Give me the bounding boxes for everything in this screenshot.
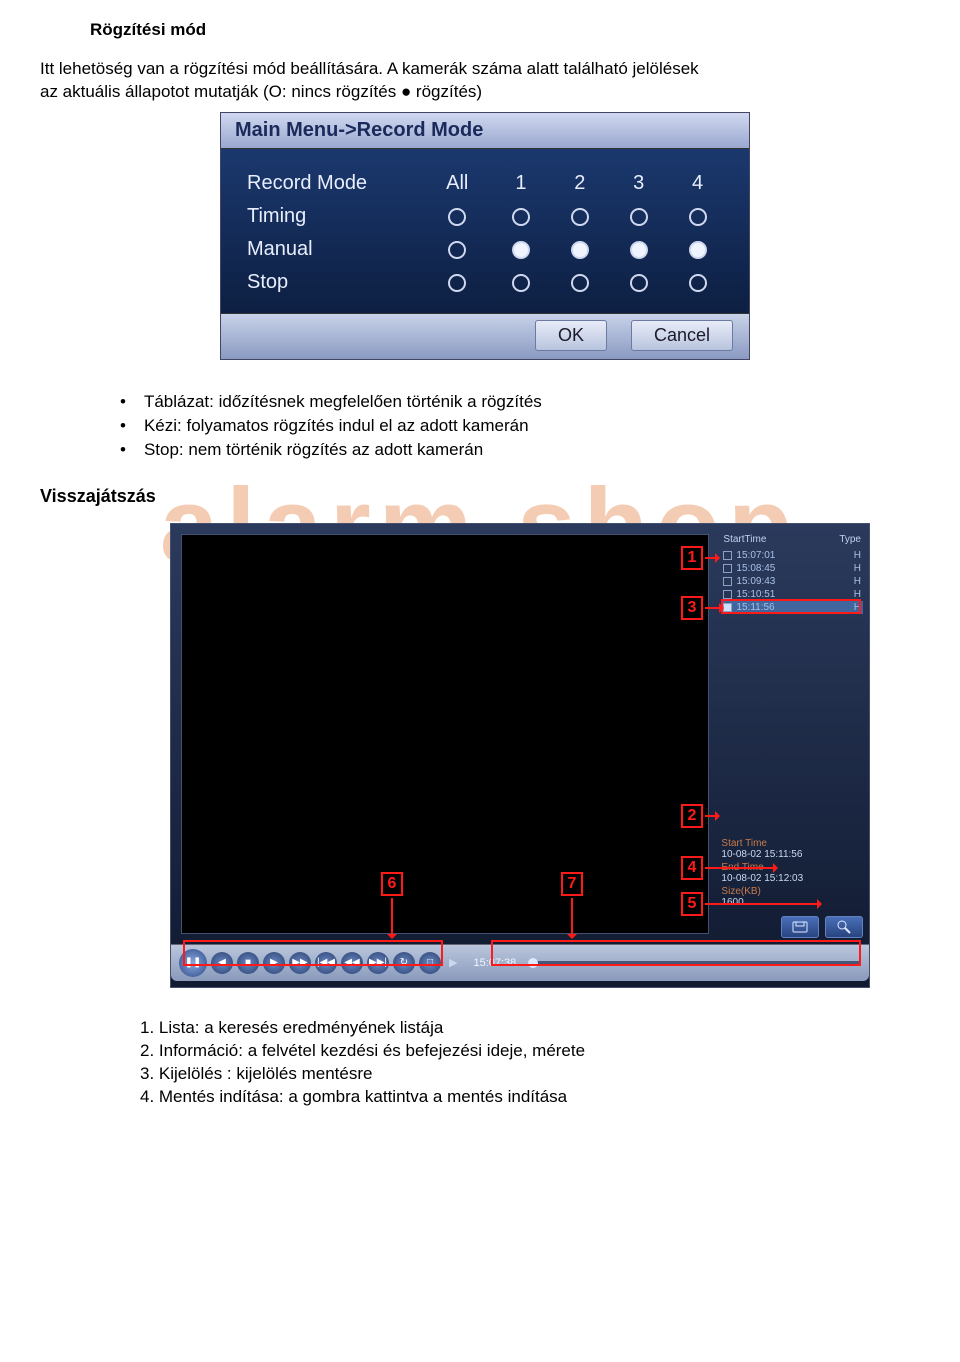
list-header-start: StartTime — [723, 534, 766, 545]
save-button[interactable] — [781, 916, 819, 938]
record-mode-table: Record Mode All 1 2 3 4 Timing Manual — [243, 167, 727, 299]
info-start-label: Start Time — [721, 838, 863, 849]
legend-3: 3. Kijelölés : kijelölés mentésre — [140, 1064, 920, 1084]
arrow-6 — [391, 898, 393, 938]
file-type: H — [854, 576, 861, 587]
badge-3: 3 — [681, 596, 703, 620]
row-manual-label: Manual — [243, 233, 423, 266]
badge-2: 2 — [681, 804, 703, 828]
file-time: 15:07:01 — [736, 550, 849, 561]
intro-line2: az aktuális állapotot mutatják (O: nincs… — [40, 82, 482, 101]
arrow-1 — [705, 557, 719, 559]
legend-1: 1. Lista: a keresés eredményének listája — [140, 1018, 920, 1038]
legend-4: 4. Mentés indítása: a gombra kattintva a… — [140, 1087, 920, 1107]
arrow-7 — [571, 898, 573, 938]
playback-heading: Visszajátszás — [40, 486, 920, 507]
file-checkbox[interactable] — [723, 564, 732, 573]
badge-7: 7 — [561, 872, 583, 896]
bullet-1: Táblázat: időzítésnek megfelelően történ… — [120, 392, 920, 412]
radio-manual-all[interactable] — [448, 241, 466, 259]
arrow-4 — [705, 867, 777, 869]
search-icon — [836, 919, 852, 935]
row-manual: Manual — [243, 233, 727, 266]
file-type: H — [854, 563, 861, 574]
intro-line1: Itt lehetöség van a rögzítési mód beállí… — [40, 59, 699, 78]
bullet-2: Kézi: folyamatos rögzítés indul el az ad… — [120, 416, 920, 436]
radio-timing-1[interactable] — [512, 208, 530, 226]
highlight-7 — [491, 940, 861, 966]
legend-list: 1. Lista: a keresés eredményének listája… — [140, 1018, 920, 1107]
radio-manual-3[interactable] — [630, 241, 648, 259]
video-area[interactable] — [181, 534, 709, 934]
record-mode-footer: OK Cancel — [221, 313, 749, 359]
col-1: 1 — [491, 167, 550, 200]
badge-4: 4 — [681, 856, 703, 880]
radio-timing-all[interactable] — [448, 208, 466, 226]
info-block: Start Time 10-08-02 15:11:56 End Time 10… — [721, 838, 863, 910]
radio-stop-4[interactable] — [689, 274, 707, 292]
file-row[interactable]: 15:08:45 H — [721, 562, 863, 575]
section-title: Rögzítési mód — [90, 20, 920, 40]
radio-manual-4[interactable] — [689, 241, 707, 259]
highlight-6 — [183, 940, 443, 966]
file-row[interactable]: 15:09:43 H — [721, 575, 863, 588]
list-header-type: Type — [839, 534, 861, 545]
file-type: H — [854, 550, 861, 561]
radio-stop-2[interactable] — [571, 274, 589, 292]
radio-timing-4[interactable] — [689, 208, 707, 226]
radio-stop-all[interactable] — [448, 274, 466, 292]
badge-5: 5 — [681, 892, 703, 916]
radio-manual-1[interactable] — [512, 241, 530, 259]
arrow-2 — [705, 815, 719, 817]
bullet-list: Táblázat: időzítésnek megfelelően történ… — [120, 392, 920, 460]
row-stop-label: Stop — [243, 266, 423, 299]
col-4: 4 — [668, 167, 727, 200]
side-list-area: StartTime Type 15:07:01 H 15:08:45 H — [719, 524, 869, 944]
file-row[interactable]: 15:07:01 H — [721, 549, 863, 562]
info-end-value: 10-08-02 15:12:03 — [721, 873, 863, 884]
playback-panel: StartTime Type 15:07:01 H 15:08:45 H — [170, 523, 870, 988]
record-mode-breadcrumb: Main Menu->Record Mode — [221, 113, 749, 149]
arrow-5 — [705, 903, 821, 905]
badge-6: 6 — [381, 872, 403, 896]
file-checkbox[interactable] — [723, 590, 732, 599]
file-time: 15:08:45 — [736, 563, 849, 574]
row-timing: Timing — [243, 200, 727, 233]
radio-stop-1[interactable] — [512, 274, 530, 292]
search-button[interactable] — [825, 916, 863, 938]
badge-1: 1 — [681, 546, 703, 570]
file-time: 15:09:43 — [736, 576, 849, 587]
radio-manual-2[interactable] — [571, 241, 589, 259]
row-stop: Stop — [243, 266, 727, 299]
bullet-3: Stop: nem történik rögzítés az adott kam… — [120, 440, 920, 460]
col-2: 2 — [550, 167, 609, 200]
file-checkbox[interactable] — [723, 577, 732, 586]
radio-timing-2[interactable] — [571, 208, 589, 226]
col-all: All — [423, 167, 491, 200]
highlight-3 — [721, 599, 861, 614]
radio-stop-3[interactable] — [630, 274, 648, 292]
record-mode-panel: Main Menu->Record Mode Record Mode All 1… — [220, 112, 750, 360]
save-icon — [791, 920, 809, 934]
col-3: 3 — [609, 167, 668, 200]
info-size-label: Size(KB) — [721, 886, 863, 897]
cancel-button[interactable]: Cancel — [631, 320, 733, 351]
row-timing-label: Timing — [243, 200, 423, 233]
play-arrow-icon: ▶ — [449, 956, 457, 969]
record-mode-label: Record Mode — [243, 167, 423, 200]
intro-paragraph: Itt lehetöség van a rögzítési mód beállí… — [40, 58, 920, 104]
ok-button[interactable]: OK — [535, 320, 607, 351]
radio-timing-3[interactable] — [630, 208, 648, 226]
legend-2: 2. Információ: a felvétel kezdési és bef… — [140, 1041, 920, 1061]
info-start-value: 10-08-02 15:11:56 — [721, 849, 863, 860]
record-mode-body: Record Mode All 1 2 3 4 Timing Manual — [221, 149, 749, 313]
